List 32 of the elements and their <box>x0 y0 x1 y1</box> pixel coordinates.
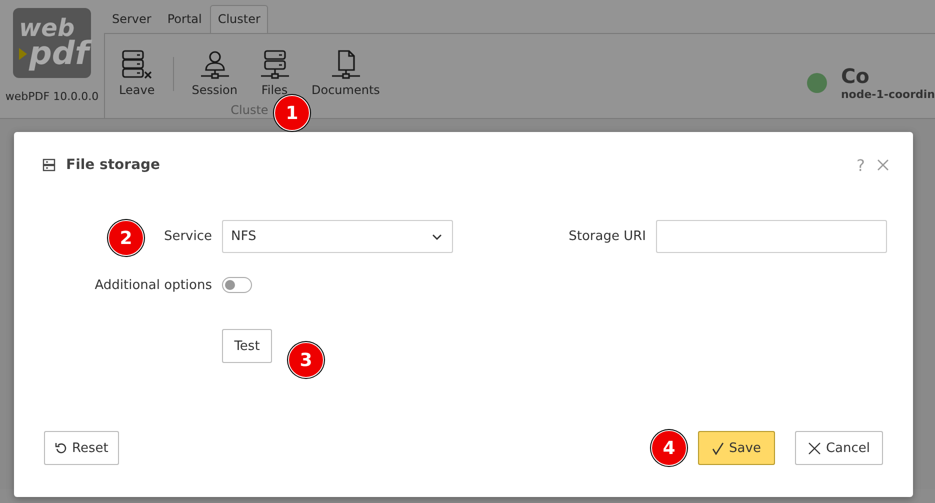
field-label: Service <box>164 229 212 244</box>
group-label: Cluste <box>230 103 268 117</box>
tab[interactable]: Cluster <box>210 5 268 33</box>
server-network-icon <box>260 50 290 80</box>
ribbon-button[interactable]: Session <box>184 48 246 99</box>
node-title: Co <box>840 64 870 88</box>
document-network-icon <box>330 50 361 80</box>
server-icon <box>42 158 56 172</box>
field-label: Storage URI <box>568 229 646 244</box>
server-remove-icon <box>120 50 153 80</box>
service-dropdown[interactable]: NFS <box>222 220 453 253</box>
logo: web pdf <box>13 8 91 78</box>
close-icon <box>808 442 821 454</box>
toggle-switch[interactable] <box>222 277 252 293</box>
cancel-button[interactable]: Cancel <box>794 431 883 465</box>
chevron-down-icon <box>432 234 442 240</box>
node-name: node-1-coordin <box>840 88 935 101</box>
tab[interactable]: Server <box>104 5 160 33</box>
user-network-icon <box>200 50 230 80</box>
test-button[interactable]: Test <box>222 329 272 363</box>
save-button[interactable]: Save <box>698 431 775 465</box>
field-label: Additional options <box>94 278 212 292</box>
dialog-title: File storage <box>66 157 160 173</box>
version-label: webPDF 10.0.0.0 <box>5 90 99 103</box>
reset-button[interactable]: Reset <box>44 431 120 465</box>
tab[interactable]: Portal <box>159 5 210 33</box>
ribbon-button[interactable]: Leave <box>111 48 163 99</box>
undo-icon <box>55 442 67 454</box>
close-icon[interactable] <box>877 159 889 171</box>
input-field[interactable] <box>656 220 887 253</box>
check-icon <box>712 442 724 454</box>
help-button[interactable]: ? <box>856 156 865 174</box>
